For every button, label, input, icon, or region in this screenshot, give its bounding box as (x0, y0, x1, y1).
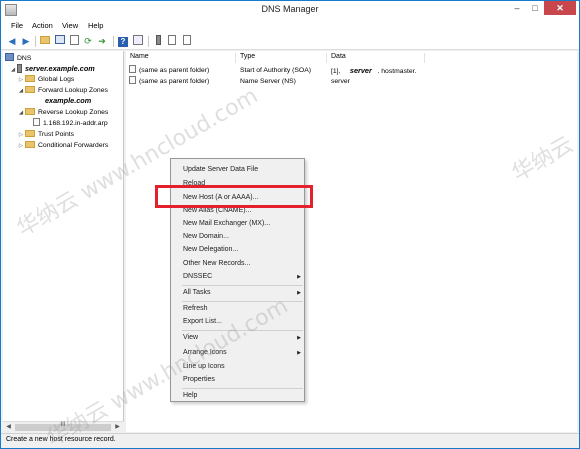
menu-item-help[interactable]: Help (183, 390, 301, 402)
record-name: (same as parent folder) (129, 76, 209, 87)
menu-item-dnssec[interactable]: DNSSEC ▶ (183, 271, 301, 283)
toolbar-separator (113, 36, 114, 47)
submenu-arrow-icon: ▶ (297, 350, 301, 356)
back-arrow-icon[interactable]: ◀ (6, 35, 18, 47)
server-icon[interactable] (152, 35, 164, 47)
window-title: DNS Manager (261, 4, 319, 14)
toolbar: ◀ ▶ ⟳ ➔ ? (1, 33, 579, 50)
record-icon[interactable] (181, 35, 193, 47)
scroll-thumb[interactable]: III (15, 422, 111, 431)
new-host-highlight-box (155, 185, 313, 208)
folder-icon (25, 108, 35, 115)
menu-item-other-new-records[interactable]: Other New Records... (183, 258, 301, 270)
tree-node-trust-points[interactable]: ▷ Trust Points (17, 129, 74, 140)
record-row[interactable]: (same as parent folder) Name Server (NS)… (129, 76, 569, 87)
title-bar: DNS Manager – □ ✕ (1, 1, 579, 19)
record-data: server (331, 78, 350, 85)
properties-icon[interactable] (68, 35, 80, 47)
menu-item-line-up-icons[interactable]: Line up Icons (183, 361, 301, 373)
folder-icon (25, 75, 35, 82)
tree-node-reverse-zones[interactable]: ◢ Reverse Lookup Zones (17, 107, 108, 118)
help-icon[interactable]: ? (117, 35, 129, 47)
record-icon (129, 76, 136, 84)
column-header-type[interactable]: Type (236, 53, 327, 63)
tree-horizontal-scrollbar[interactable]: ◀ III ▶ (3, 421, 124, 432)
maximize-button[interactable]: □ (526, 1, 544, 15)
menu-item-new-mail-exchanger[interactable]: New Mail Exchanger (MX)... (183, 218, 301, 230)
submenu-arrow-icon: ▶ (297, 335, 301, 341)
submenu-arrow-icon: ▶ (297, 274, 301, 280)
menu-separator (182, 388, 303, 389)
menu-help[interactable]: Help (88, 21, 103, 30)
minimize-button[interactable]: – (508, 1, 526, 15)
server-icon (17, 64, 22, 73)
column-header-name[interactable]: Name (126, 53, 236, 63)
menu-item-new-delegation[interactable]: New Delegation... (183, 244, 301, 256)
collapse-icon[interactable]: ◢ (17, 86, 25, 97)
menu-item-refresh[interactable]: Refresh (183, 303, 301, 315)
console-tree: DNS ◢ server.example.com ▷ Global Logs ◢ Fo… (3, 51, 124, 432)
menu-item-view[interactable]: View ▶ (183, 332, 301, 344)
status-bar: Create a new host resource record. (1, 433, 579, 448)
tree-node-server[interactable]: ◢ server.example.com (9, 63, 95, 74)
folder-icon (25, 86, 35, 93)
collapse-icon[interactable]: ◢ (17, 108, 25, 119)
status-text: Create a new host resource record. (6, 436, 116, 443)
menu-item-new-domain[interactable]: New Domain... (183, 231, 301, 243)
folder-icon (25, 141, 35, 148)
tree-node-reverse-zone-child[interactable]: 1.168.192.in-addr.arp (33, 118, 108, 129)
tree-node-conditional-forwarders[interactable]: ▷ Conditional Forwarders (17, 140, 108, 151)
record-icon (129, 65, 136, 73)
menu-separator (182, 330, 303, 331)
menu-item-export-list[interactable]: Export List... (183, 316, 301, 328)
export-icon[interactable]: ➔ (96, 35, 108, 47)
column-header-data[interactable]: Data (327, 53, 425, 63)
menu-item-update-server-data-file[interactable]: Update Server Data File (183, 164, 301, 176)
scroll-right-icon[interactable]: ▶ (113, 423, 122, 432)
toolbar-separator (35, 36, 36, 47)
tree-node-forward-zone-child[interactable]: example.com (45, 95, 91, 106)
record-row[interactable]: (same as parent folder) Start of Authori… (129, 65, 569, 76)
console-tree-icon[interactable] (54, 35, 66, 47)
expand-icon[interactable]: ▷ (17, 141, 25, 152)
menu-item-all-tasks[interactable]: All Tasks ▶ (183, 287, 301, 299)
menu-file[interactable]: File (11, 21, 23, 30)
menu-item-properties[interactable]: Properties (183, 374, 301, 386)
forward-arrow-icon[interactable]: ▶ (20, 35, 32, 47)
zone-icon[interactable] (166, 35, 178, 47)
record-type: Start of Authority (SOA) (240, 67, 312, 74)
menu-bar: File Action View Help (1, 19, 579, 33)
console-icon[interactable] (132, 35, 144, 47)
scroll-left-icon[interactable]: ◀ (4, 423, 13, 432)
menu-item-arrange-icons[interactable]: Arrange Icons ▶ (183, 347, 301, 359)
folder-icon (25, 130, 35, 137)
up-folder-icon[interactable] (39, 35, 51, 47)
close-button[interactable]: ✕ (544, 1, 576, 15)
zone-icon (33, 118, 40, 126)
refresh-icon[interactable]: ⟳ (82, 35, 94, 47)
menu-action[interactable]: Action (32, 21, 53, 30)
menu-view[interactable]: View (62, 21, 78, 30)
dns-icon (5, 53, 14, 61)
record-type: Name Server (NS) (240, 78, 296, 85)
menu-separator (182, 301, 303, 302)
record-name: (same as parent folder) (129, 65, 209, 76)
menu-separator (182, 285, 303, 286)
tree-node-global-logs[interactable]: ▷ Global Logs (17, 74, 74, 85)
submenu-arrow-icon: ▶ (297, 290, 301, 296)
collapse-icon[interactable]: ◢ (9, 65, 17, 76)
toolbar-separator (148, 36, 149, 47)
